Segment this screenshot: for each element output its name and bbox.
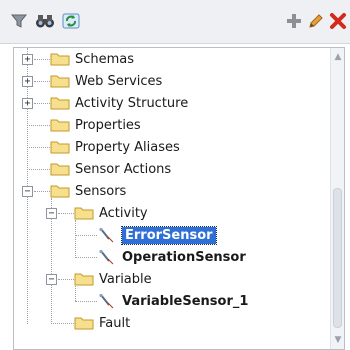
tree-connector <box>75 220 76 256</box>
tree-item-sensor-actions[interactable]: Sensor Actions <box>50 158 171 180</box>
tree-item-property-aliases[interactable]: Property Aliases <box>50 136 180 158</box>
tree-item-label: Schemas <box>75 51 135 67</box>
tree-item-label: VariableSensor_1 <box>122 293 249 309</box>
tree-item-label: Activity Structure <box>75 95 189 111</box>
tree-connector <box>34 103 50 104</box>
folder-icon <box>74 273 94 286</box>
refresh-icon[interactable] <box>60 10 82 32</box>
tree-item-variable-sensor-1[interactable]: VariableSensor_1 <box>97 290 248 312</box>
tree-item-variable[interactable]: Variable <box>74 268 152 290</box>
folder-icon <box>50 141 70 154</box>
scroll-thumb[interactable] <box>333 188 342 328</box>
tree-item-sensors[interactable]: Sensors <box>50 180 126 202</box>
tree-item-label: Sensors <box>75 183 127 199</box>
tree-connector <box>27 125 50 126</box>
folder-icon <box>50 185 70 198</box>
tree-connector <box>34 191 50 192</box>
folder-icon <box>74 317 94 330</box>
tree-item-label: Web Services <box>75 73 163 89</box>
tree-connector <box>27 169 50 170</box>
tree-connector <box>58 213 74 214</box>
tree-items: + + + − − − Schemas Web Services Activit… <box>14 48 332 349</box>
vertical-scrollbar[interactable]: ▲ ▼ <box>330 48 344 349</box>
expand-toggle-web-services[interactable]: + <box>22 76 33 87</box>
tree-connector <box>27 147 50 148</box>
tree-item-web-services[interactable]: Web Services <box>50 70 162 92</box>
tree-item-label: Properties <box>75 117 141 133</box>
tree-connector <box>58 279 74 280</box>
sensor-icon <box>99 249 114 265</box>
collapse-toggle-variable[interactable]: − <box>46 274 57 285</box>
tree-item-label: Property Aliases <box>75 139 180 155</box>
scroll-up-icon[interactable]: ▲ <box>333 52 343 62</box>
tree-item-schemas[interactable]: Schemas <box>50 48 134 70</box>
folder-icon <box>50 163 70 176</box>
tree-item-operation-sensor[interactable]: OperationSensor <box>97 246 246 268</box>
tree-item-label: Sensor Actions <box>75 161 172 177</box>
folder-icon <box>74 207 94 220</box>
tree-item-activity[interactable]: Activity <box>74 202 148 224</box>
collapse-toggle-sensors[interactable]: − <box>22 186 33 197</box>
tree-item-label: OperationSensor <box>122 249 246 265</box>
folder-icon <box>50 97 70 110</box>
filter-icon[interactable] <box>8 10 30 32</box>
tree-connector <box>75 301 97 302</box>
structure-panel: + + + − − − Schemas Web Services Activit… <box>0 0 350 350</box>
tree-item-activity-structure[interactable]: Activity Structure <box>50 92 188 114</box>
edit-icon[interactable] <box>305 10 327 32</box>
folder-icon <box>50 119 70 132</box>
tree-connector <box>75 235 97 236</box>
folder-icon <box>50 75 70 88</box>
structure-tree[interactable]: + + + − − − Schemas Web Services Activit… <box>13 47 345 350</box>
tree-connector <box>51 323 74 324</box>
tree-item-label: Variable <box>99 271 152 287</box>
scroll-down-icon[interactable]: ▼ <box>333 335 343 345</box>
tree-connector <box>75 257 97 258</box>
tree-item-label: Activity <box>99 205 148 221</box>
add-icon[interactable] <box>283 10 305 32</box>
folder-icon <box>50 53 70 66</box>
tree-item-error-sensor[interactable]: ErrorSensor <box>97 224 217 246</box>
collapse-toggle-activity[interactable]: − <box>46 208 57 219</box>
tree-item-label: ErrorSensor <box>121 225 217 245</box>
tree-item-properties[interactable]: Properties <box>50 114 141 136</box>
sensor-icon <box>99 227 114 243</box>
toolbar <box>0 0 350 44</box>
tree-item-label: Fault <box>99 315 131 331</box>
expand-toggle-activity-structure[interactable]: + <box>22 98 33 109</box>
expand-toggle-schemas[interactable]: + <box>22 54 33 65</box>
tree-item-fault[interactable]: Fault <box>74 312 130 334</box>
delete-icon[interactable] <box>327 10 349 32</box>
tree-connector <box>34 81 50 82</box>
tree-connector <box>34 59 50 60</box>
binoculars-icon[interactable] <box>34 10 56 32</box>
sensor-icon <box>99 293 114 309</box>
